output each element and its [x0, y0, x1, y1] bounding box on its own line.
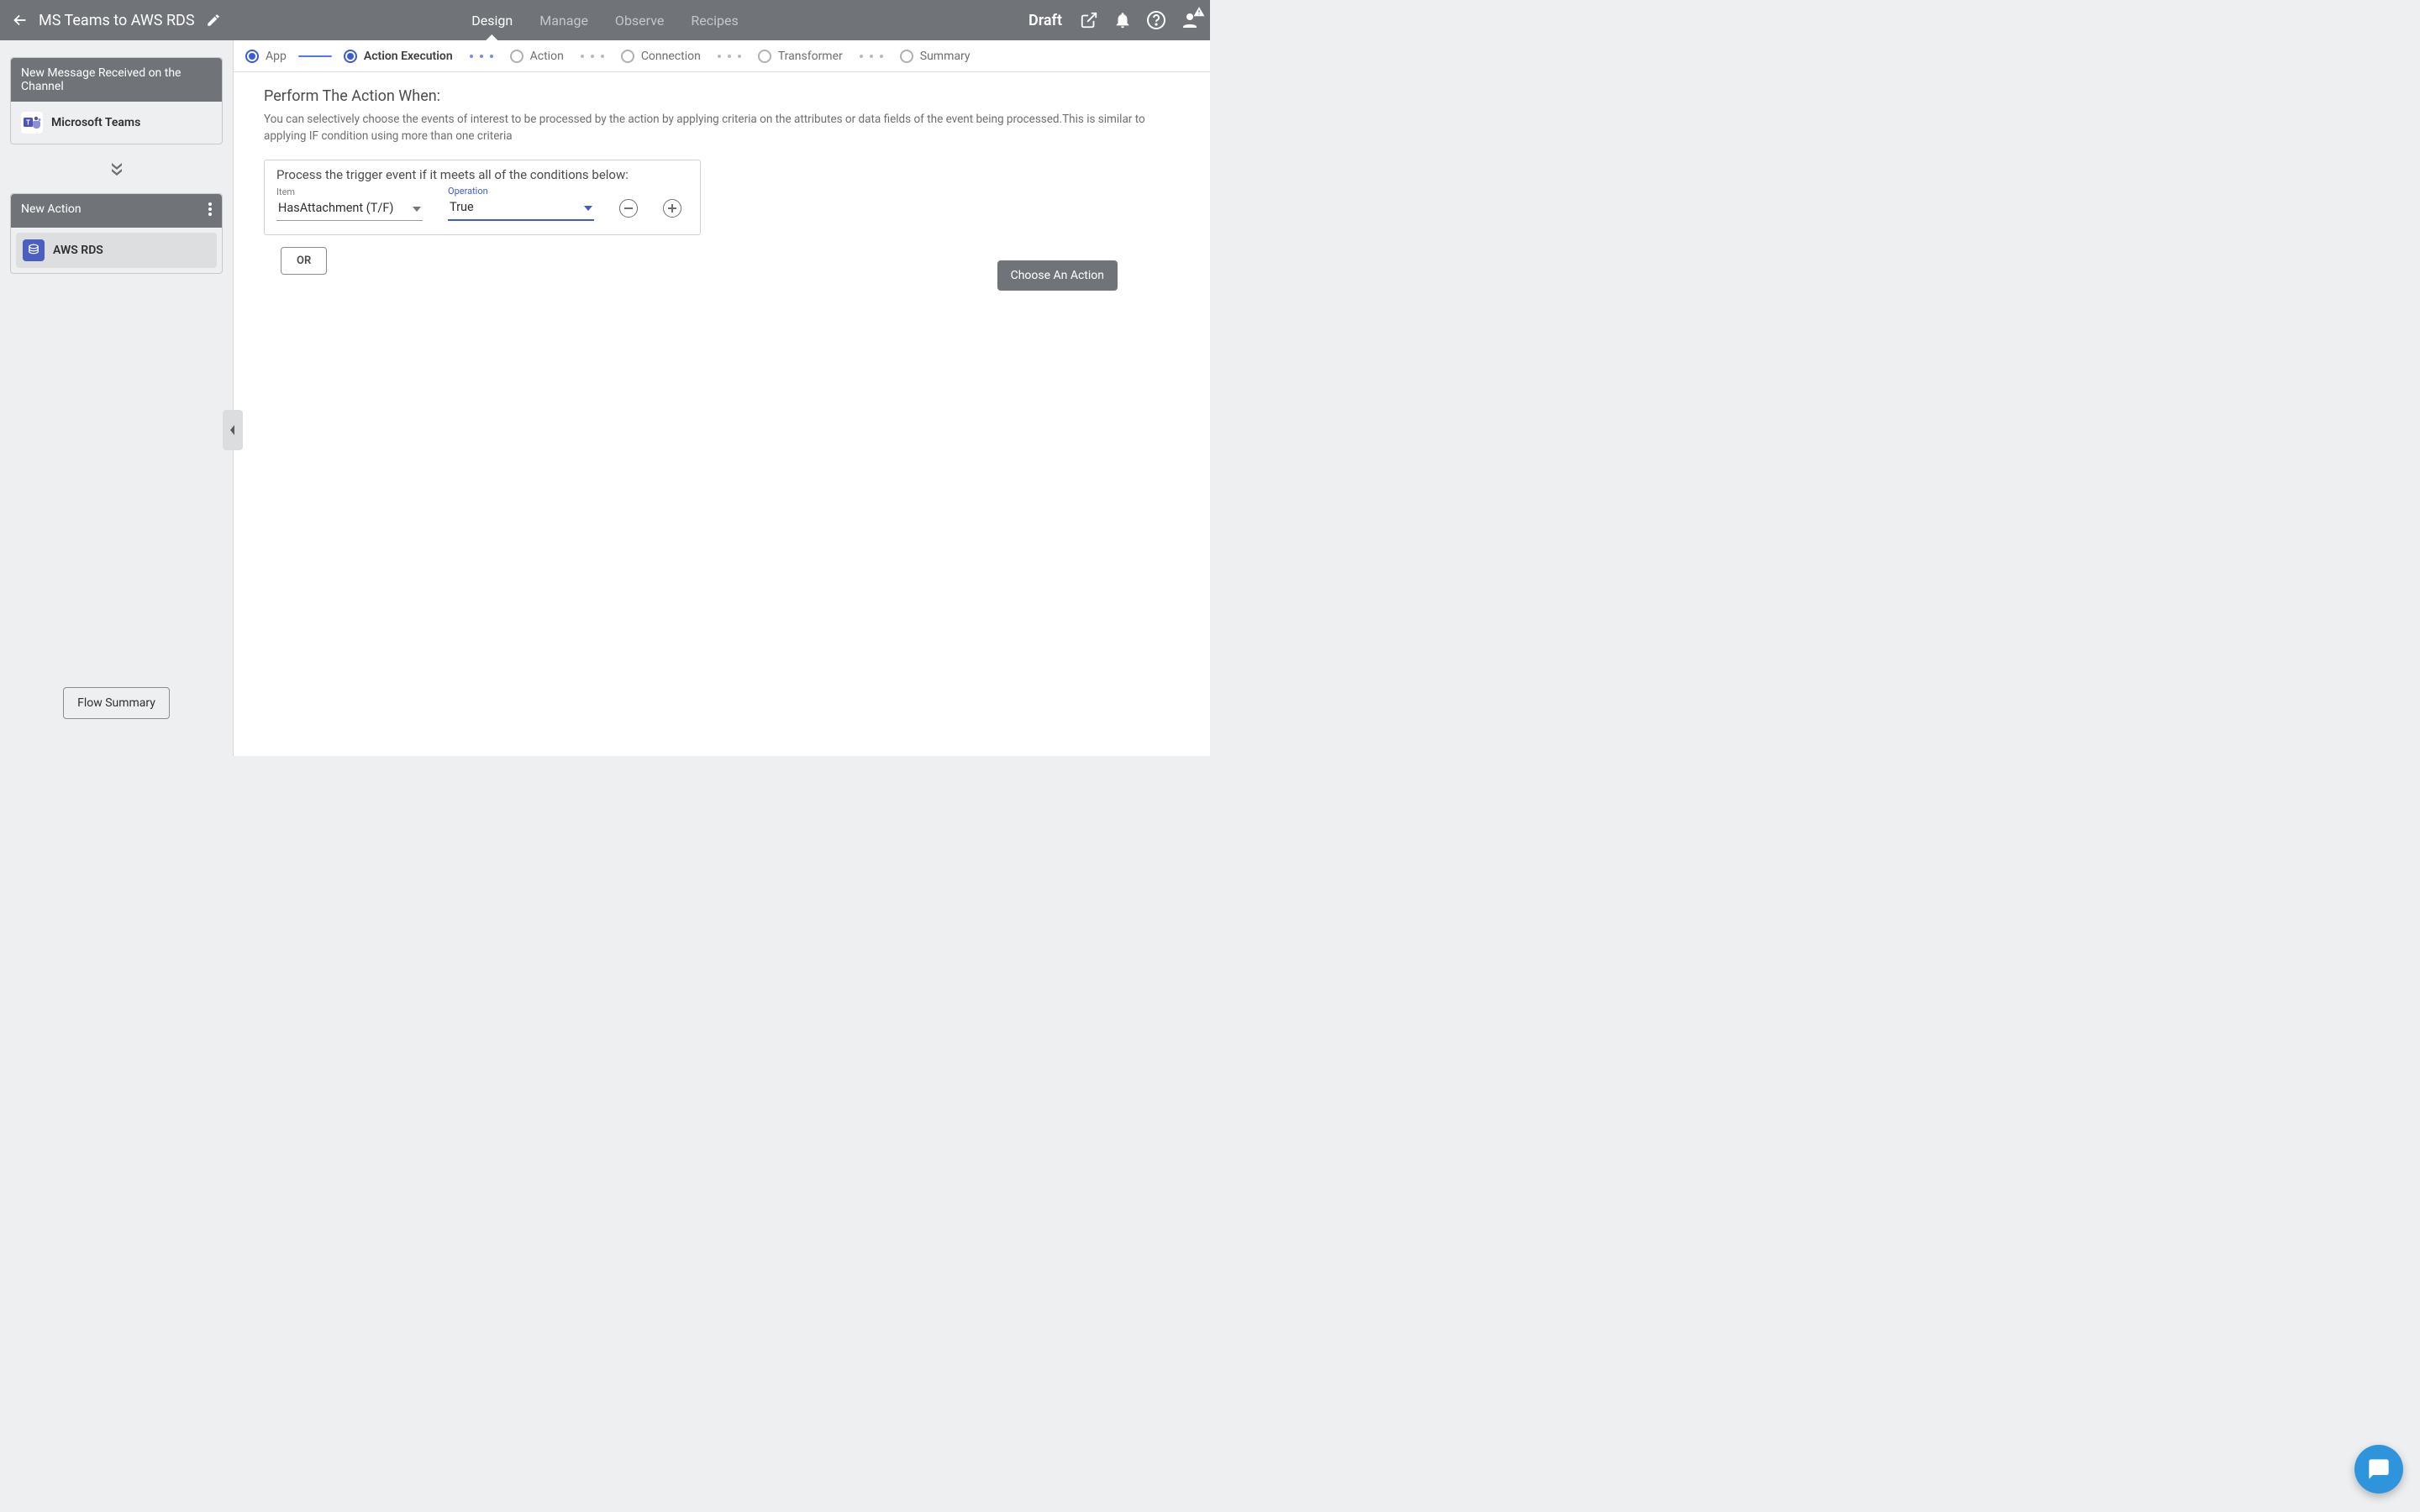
user-avatar-icon[interactable] [1180, 10, 1200, 30]
tab-observe[interactable]: Observe [602, 0, 677, 40]
open-external-icon[interactable] [1079, 10, 1099, 30]
choose-action-button[interactable]: Choose An Action [997, 260, 1118, 291]
step-action-execution[interactable]: Action Execution [344, 50, 453, 63]
step-app[interactable]: App [245, 50, 287, 63]
card-title-text: New Action [21, 202, 82, 216]
item-field: Item HasAttachment (T/F) [276, 186, 423, 221]
step-dots [860, 55, 883, 58]
action-app-label: AWS RDS [53, 244, 103, 257]
operation-select[interactable]: True [448, 197, 594, 221]
action-card-head: New Action [11, 194, 222, 228]
step-separator [298, 55, 332, 57]
add-condition-icon[interactable] [663, 199, 681, 218]
chat-fab-icon[interactable] [2354, 1445, 2403, 1494]
main-area: New Message Received on the Channel T Mi… [0, 40, 1210, 756]
card-menu-icon[interactable] [208, 202, 212, 219]
step-radio-icon [510, 50, 523, 63]
chevron-down-icon [413, 201, 421, 215]
trigger-card-body: T Microsoft Teams [11, 102, 222, 144]
edit-title-icon[interactable] [203, 10, 224, 30]
content-body: Perform The Action When: You can selecti… [234, 72, 1210, 756]
tab-label: Design [471, 13, 513, 29]
action-card[interactable]: New Action AWS RDS [10, 193, 223, 274]
step-radio-icon [245, 50, 259, 63]
step-radio-icon [900, 50, 913, 63]
chevron-down-icon [584, 200, 592, 214]
step-bar: App Action Execution Action Connection T… [234, 40, 1210, 72]
step-label: Summary [920, 50, 971, 63]
card-title-text: New Message Received on the Channel [21, 66, 212, 93]
tab-recipes[interactable]: Recipes [677, 0, 751, 40]
section-description: You can selectively choose the events of… [264, 112, 1146, 144]
trigger-card[interactable]: New Message Received on the Channel T Mi… [10, 57, 223, 144]
flow-title: MS Teams to AWS RDS [39, 12, 195, 29]
operation-field-label: Operation [448, 186, 594, 197]
tab-manage[interactable]: Manage [526, 0, 602, 40]
trigger-app-label: Microsoft Teams [51, 116, 140, 129]
step-radio-icon [344, 50, 357, 63]
action-card-body[interactable]: AWS RDS [16, 233, 217, 268]
step-label: App [266, 50, 287, 63]
step-radio-icon [758, 50, 771, 63]
aws-rds-icon [23, 239, 45, 261]
step-transformer[interactable]: Transformer [758, 50, 843, 63]
top-header: MS Teams to AWS RDS Design Manage Observ… [0, 0, 1210, 40]
warning-badge-icon [1193, 5, 1205, 21]
microsoft-teams-icon: T [21, 112, 43, 134]
svg-text:T: T [26, 119, 30, 127]
step-label: Transformer [778, 50, 843, 63]
item-select-value: HasAttachment (T/F) [278, 201, 393, 215]
or-button[interactable]: OR [281, 247, 327, 275]
bell-icon[interactable] [1113, 10, 1133, 30]
remove-condition-icon[interactable] [619, 199, 638, 218]
tab-label: Manage [539, 13, 588, 29]
step-dots [470, 55, 493, 58]
sidebar-collapse-handle[interactable] [223, 410, 243, 450]
step-radio-icon [621, 50, 634, 63]
tab-label: Recipes [691, 13, 738, 29]
flow-status: Draft [1028, 12, 1062, 29]
step-summary[interactable]: Summary [900, 50, 971, 63]
item-select[interactable]: HasAttachment (T/F) [276, 197, 423, 221]
section-heading: Perform The Action When: [264, 87, 1180, 105]
header-right: Draft [1028, 10, 1200, 30]
flow-summary-button[interactable]: Flow Summary [63, 687, 170, 719]
flow-summary-wrap: Flow Summary [10, 687, 223, 739]
step-dots [581, 55, 604, 58]
trigger-card-title: New Message Received on the Channel [11, 58, 222, 102]
help-icon[interactable] [1146, 10, 1166, 30]
flow-arrow-icon [10, 161, 223, 180]
sidebar: New Message Received on the Channel T Mi… [0, 40, 233, 756]
tab-design[interactable]: Design [458, 0, 526, 40]
step-action[interactable]: Action [510, 50, 564, 63]
step-label: Action Execution [364, 50, 453, 63]
step-label: Action [530, 50, 564, 63]
condition-box-title: Process the trigger event if it meets al… [276, 167, 688, 182]
condition-row: Item HasAttachment (T/F) Operation True [276, 186, 688, 221]
condition-box: Process the trigger event if it meets al… [264, 160, 701, 235]
step-label: Connection [641, 50, 701, 63]
content-panel: App Action Execution Action Connection T… [233, 40, 1210, 756]
step-connection[interactable]: Connection [621, 50, 701, 63]
operation-select-value: True [450, 200, 474, 214]
back-arrow-icon[interactable] [10, 10, 30, 30]
step-dots [718, 55, 741, 58]
header-tabs: Design Manage Observe Recipes [458, 0, 751, 40]
item-field-label: Item [276, 186, 423, 197]
tab-label: Observe [615, 13, 664, 29]
operation-field: Operation True [448, 186, 594, 221]
